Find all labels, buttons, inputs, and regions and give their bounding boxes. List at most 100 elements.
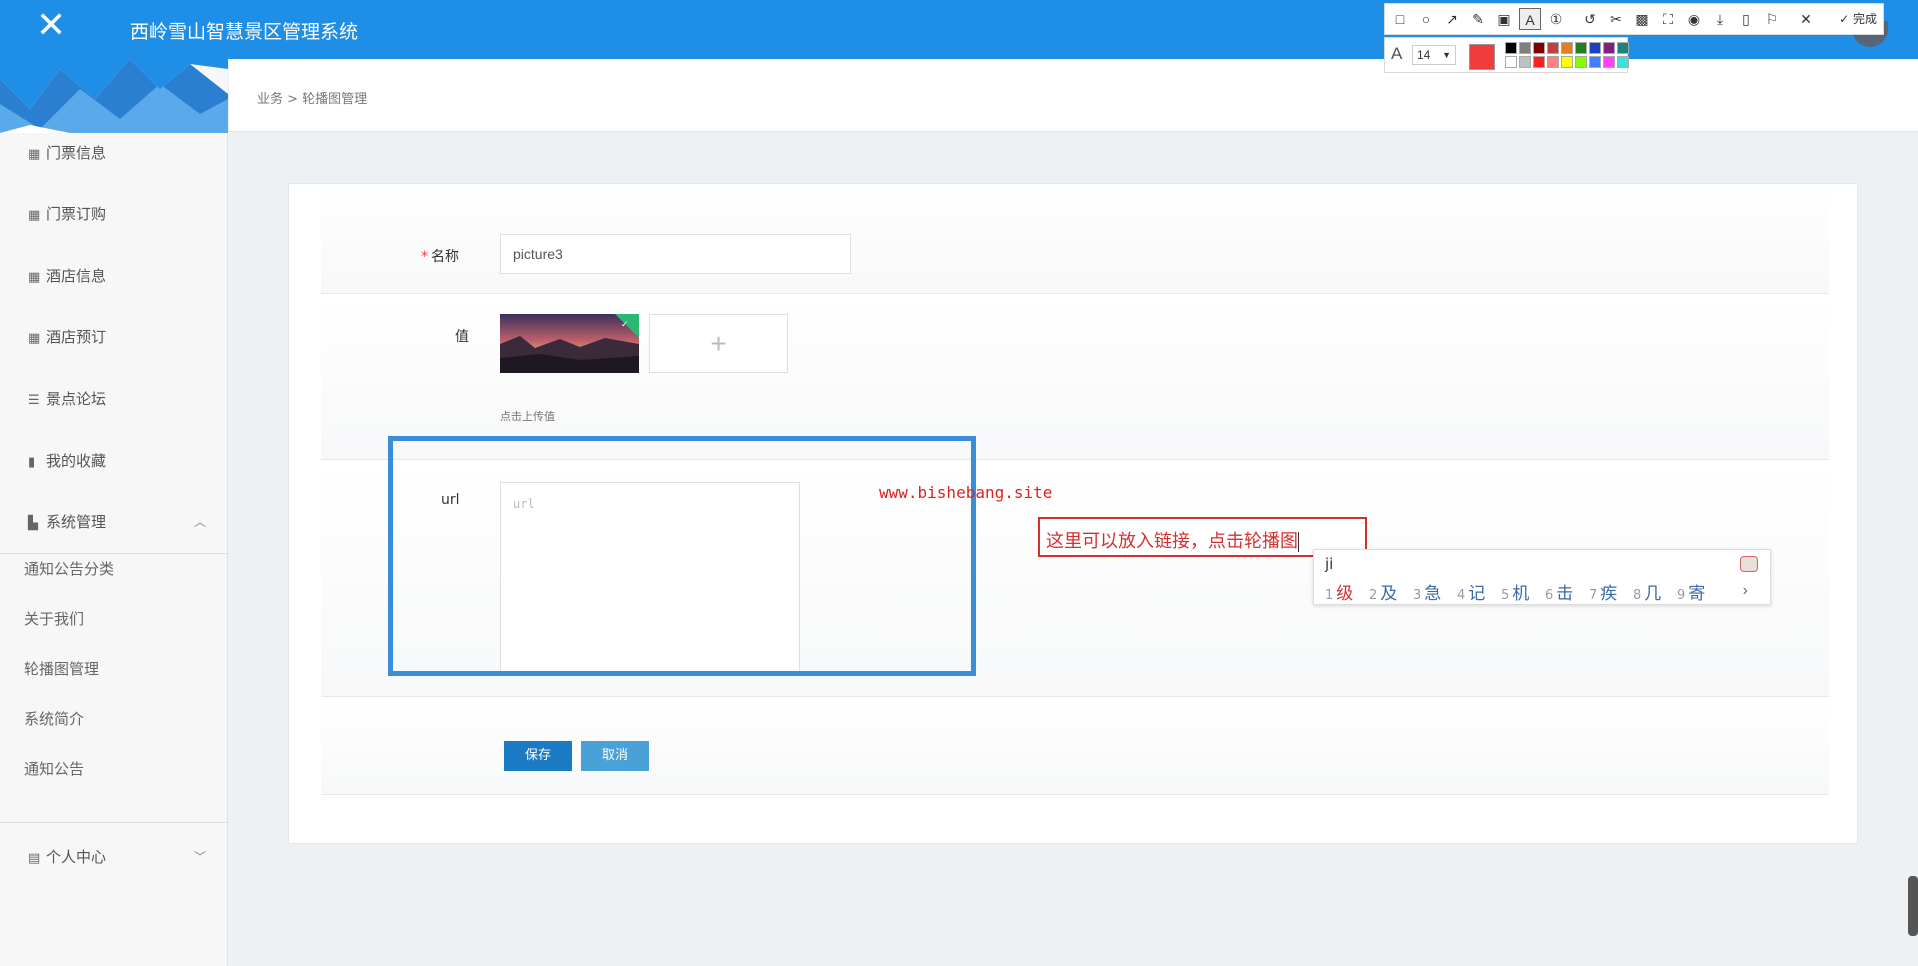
- ime-candidate[interactable]: 8几: [1633, 579, 1661, 604]
- font-size-select[interactable]: 14 ▼: [1412, 45, 1456, 65]
- cancel-button[interactable]: 取消: [581, 741, 649, 771]
- breadcrumb: 业务 > 轮播图管理: [257, 92, 368, 107]
- sidebar-subitem-system-intro[interactable]: 系统简介: [0, 700, 228, 738]
- screenshot-toolbar: □ ○ ↗ ✎ ▣ A ① ↺ ✂ ▩ ⛶ ◉ ⤓ ▯ ⚐ ✕ ✓ 完成: [1384, 3, 1884, 35]
- text-tool-icon[interactable]: A: [1519, 8, 1541, 30]
- download-icon[interactable]: ⤓: [1709, 8, 1731, 30]
- rectangle-tool-icon[interactable]: □: [1389, 8, 1411, 30]
- sidebar-item-hotel-info[interactable]: ▦ 酒店信息: [0, 256, 228, 296]
- sidebar-item-label: 景点论坛: [46, 390, 107, 408]
- arrow-tool-icon[interactable]: ↗: [1441, 8, 1463, 30]
- value-label: 值: [455, 329, 469, 345]
- ime-pinyin: ji: [1325, 555, 1334, 573]
- plus-icon: +: [710, 328, 727, 359]
- ime-candidate[interactable]: 1级: [1325, 579, 1353, 604]
- sidebar-item-label: 门票订购: [46, 205, 107, 223]
- color-swatch[interactable]: [1589, 42, 1601, 54]
- name-input[interactable]: picture3: [500, 234, 851, 274]
- color-swatch[interactable]: [1519, 56, 1531, 68]
- sidebar-subitem-notice[interactable]: 通知公告: [0, 750, 228, 788]
- close-icon[interactable]: ✕: [1795, 8, 1817, 30]
- bar-chart-icon: ▮: [28, 455, 36, 470]
- sidebar-item-label: 酒店预订: [46, 328, 107, 346]
- annotation-text: 这里可以放入链接，点击轮播图: [1046, 531, 1299, 552]
- mosaic-tool-icon[interactable]: ▣: [1493, 8, 1515, 30]
- sidebar-item-hotel-booking[interactable]: ▦ 酒店预订: [0, 317, 228, 357]
- number-tool-icon[interactable]: ①: [1545, 8, 1567, 30]
- color-swatch[interactable]: [1617, 42, 1629, 54]
- current-color-swatch[interactable]: [1469, 44, 1495, 70]
- pencil-tool-icon[interactable]: ✎: [1467, 8, 1489, 30]
- qr-icon[interactable]: ▩: [1631, 8, 1653, 30]
- scrollbar-thumb[interactable]: [1908, 876, 1918, 936]
- phone-icon[interactable]: ▯: [1735, 8, 1757, 30]
- color-swatch[interactable]: [1533, 42, 1545, 54]
- sidebar-item-ticket-order[interactable]: ▦ 门票订购: [0, 194, 228, 234]
- save-button[interactable]: 保存: [504, 741, 572, 771]
- uploaded-image-thumbnail[interactable]: ✓: [500, 314, 639, 373]
- sidebar-item-label: 个人中心: [46, 848, 107, 866]
- ime-candidate[interactable]: 4记: [1457, 579, 1485, 604]
- sidebar-item-label: 我的收藏: [46, 452, 107, 470]
- sidebar: ▦ 门票信息 ▦ 门票订购 ▦ 酒店信息 ▦ 酒店预订 ☰ 景点论坛 ▮ 我的收藏 ▙ 系统管…: [0, 59, 228, 966]
- color-swatch[interactable]: [1547, 42, 1559, 54]
- chevron-down-icon: ﹀: [193, 850, 206, 864]
- ime-candidate[interactable]: 3急: [1413, 579, 1441, 604]
- ellipse-tool-icon[interactable]: ○: [1415, 8, 1437, 30]
- sidebar-item-system-management[interactable]: ▙ 系统管理 ︿: [0, 502, 228, 542]
- sidebar-item-ticket-info[interactable]: ▦ 门票信息: [0, 133, 228, 173]
- sidebar-item-favorites[interactable]: ▮ 我的收藏: [0, 441, 228, 481]
- sidebar-subitem-carousel-management[interactable]: 轮播图管理: [0, 650, 228, 688]
- undo-icon[interactable]: ↺: [1579, 8, 1601, 30]
- color-swatch[interactable]: [1617, 56, 1629, 68]
- required-mark: *: [421, 249, 428, 265]
- sidebar-item-forum[interactable]: ☰ 景点论坛: [0, 379, 228, 419]
- grid-icon: ▦: [28, 270, 41, 285]
- close-icon[interactable]: ✕: [36, 7, 66, 43]
- grid-icon: ▦: [28, 331, 41, 346]
- done-button[interactable]: ✓ 完成: [1839, 8, 1877, 30]
- color-swatch[interactable]: [1603, 42, 1615, 54]
- color-swatch[interactable]: [1575, 56, 1587, 68]
- ime-candidate[interactable]: 9寄: [1677, 579, 1705, 604]
- sunset-image: ✓: [500, 314, 639, 373]
- ime-candidate[interactable]: 2及: [1369, 579, 1397, 604]
- ime-logo-icon: [1740, 556, 1758, 572]
- bookmark-icon[interactable]: ⚐: [1761, 8, 1783, 30]
- annotation-highlight-box: [388, 436, 976, 676]
- sidebar-item-personal-center[interactable]: ▤ 个人中心 ﹀: [0, 837, 228, 877]
- fullscreen-icon[interactable]: ⛶: [1657, 8, 1679, 30]
- sidebar-subitem-notice-category[interactable]: 通知公告分类: [0, 550, 228, 588]
- color-swatch[interactable]: [1561, 56, 1573, 68]
- divider: [0, 822, 228, 823]
- color-swatch[interactable]: [1519, 42, 1531, 54]
- color-swatch[interactable]: [1589, 56, 1601, 68]
- sidebar-item-label: 系统管理: [46, 513, 107, 531]
- name-label: * 名称: [421, 249, 459, 265]
- color-swatch[interactable]: [1505, 42, 1517, 54]
- record-icon[interactable]: ◉: [1683, 8, 1705, 30]
- scissors-icon[interactable]: ✂: [1605, 8, 1627, 30]
- color-swatch[interactable]: [1547, 56, 1559, 68]
- ime-candidate-window: ji 1级 2及 3急 4记 5机 6击 7疾 8几 9寄 ›: [1313, 549, 1771, 605]
- app-title: 西岭雪山智慧景区管理系统: [130, 21, 359, 43]
- calendar-icon: ▤: [28, 851, 41, 866]
- grid-icon: ▦: [28, 208, 41, 223]
- breadcrumb-bar: 业务 > 轮播图管理: [229, 59, 1918, 132]
- sidebar-subitem-about-us[interactable]: 关于我们: [0, 600, 228, 638]
- color-swatch[interactable]: [1575, 42, 1587, 54]
- color-swatch[interactable]: [1561, 42, 1573, 54]
- color-swatch[interactable]: [1603, 56, 1615, 68]
- check-icon: ✓: [1839, 12, 1850, 26]
- svg-text:✓: ✓: [621, 320, 629, 330]
- form-row-actions: 保存 取消: [321, 697, 1829, 795]
- color-swatch[interactable]: [1533, 56, 1545, 68]
- ime-next-page-icon[interactable]: ›: [1743, 582, 1748, 600]
- upload-button[interactable]: +: [649, 314, 788, 373]
- ime-candidate[interactable]: 6击: [1545, 579, 1573, 604]
- color-swatch[interactable]: [1505, 56, 1517, 68]
- font-icon: A: [1391, 44, 1403, 63]
- upload-hint: 点击上传值: [500, 410, 555, 423]
- ime-candidate[interactable]: 7疾: [1589, 579, 1617, 604]
- ime-candidate[interactable]: 5机: [1501, 579, 1529, 604]
